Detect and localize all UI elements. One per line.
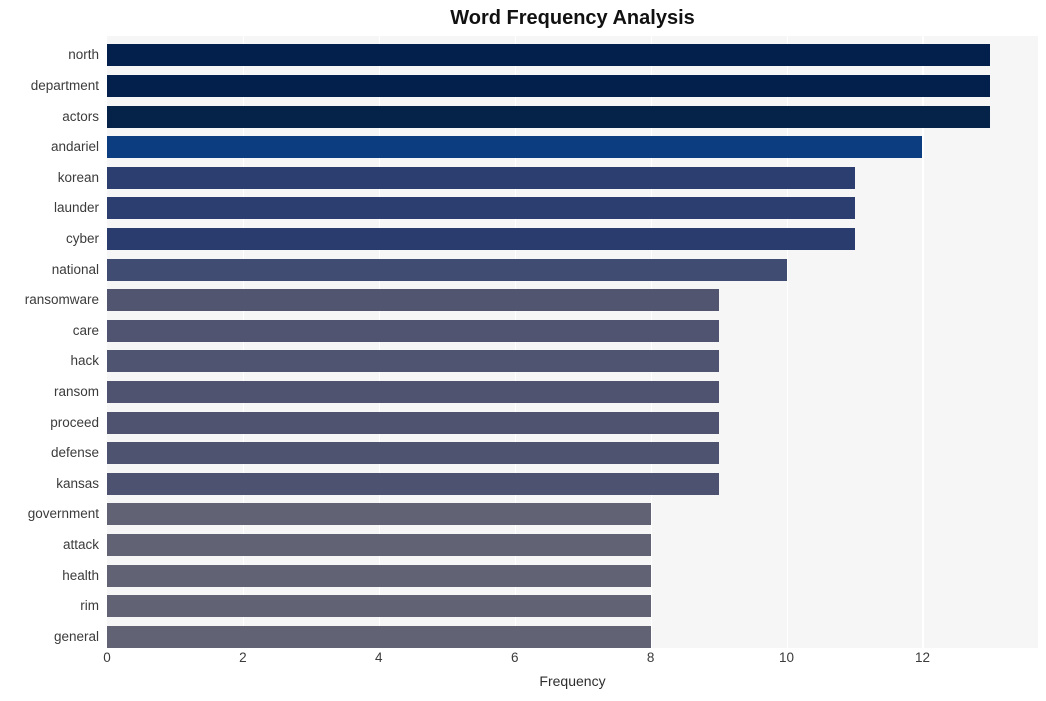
y-axis-tick-label: rim xyxy=(80,598,99,613)
y-axis-tick-label: national xyxy=(51,262,99,277)
bar[interactable] xyxy=(107,197,855,219)
bar[interactable] xyxy=(107,534,651,556)
bar[interactable] xyxy=(107,44,991,66)
y-axis-tick-label: department xyxy=(30,78,99,93)
y-axis-tick-label: government xyxy=(27,506,99,521)
y-axis-tick-label: kansas xyxy=(56,476,99,491)
x-axis-tick-label: 10 xyxy=(779,650,795,665)
bar[interactable] xyxy=(107,381,719,403)
bar[interactable] xyxy=(107,595,651,617)
y-axis-tick-label: health xyxy=(62,568,99,583)
bar[interactable] xyxy=(107,350,719,372)
bar[interactable] xyxy=(107,289,719,311)
bar[interactable] xyxy=(107,228,855,250)
bar[interactable] xyxy=(107,626,651,648)
bar[interactable] xyxy=(107,503,651,525)
bar[interactable] xyxy=(107,75,991,97)
bar[interactable] xyxy=(107,136,923,158)
y-axis-tick-label: defense xyxy=(50,445,99,460)
y-axis-tick-label: launder xyxy=(53,200,99,215)
bar[interactable] xyxy=(107,442,719,464)
bar[interactable] xyxy=(107,167,855,189)
x-axis-tick-label: 8 xyxy=(646,650,655,665)
x-axis-title: Frequency xyxy=(539,673,606,689)
bar[interactable] xyxy=(107,412,719,434)
x-axis-tick-label: 4 xyxy=(375,650,383,665)
y-axis-tick-label: general xyxy=(53,629,99,644)
bar[interactable] xyxy=(107,259,787,281)
bar[interactable] xyxy=(107,106,991,128)
plot-area xyxy=(107,36,1038,648)
y-axis-tick-label: actors xyxy=(62,109,99,124)
y-axis-tick-label: ransomware xyxy=(24,292,99,307)
x-axis-tick-label: 6 xyxy=(510,650,519,665)
x-axis-tick-label: 12 xyxy=(914,650,930,665)
y-axis-tick-label: hack xyxy=(70,353,99,368)
y-axis-tick-label: andariel xyxy=(50,139,99,154)
bar[interactable] xyxy=(107,320,719,342)
chart-figure: Word Frequency Analysis north department a… xyxy=(0,0,1046,701)
y-axis-tick-labels: north department actors andariel korean laund… xyxy=(0,36,99,648)
x-axis-tick-label: 0 xyxy=(103,650,111,665)
y-axis-tick-label: cyber xyxy=(65,231,99,246)
x-axis-tick-labels: 0 2 4 6 8 10 12 xyxy=(0,648,1046,674)
bar[interactable] xyxy=(107,473,719,495)
y-axis-tick-label: korean xyxy=(57,170,99,185)
y-axis-tick-label: ransom xyxy=(53,384,99,399)
y-axis-tick-label: attack xyxy=(62,537,99,552)
y-axis-tick-label: care xyxy=(72,323,99,338)
bar[interactable] xyxy=(107,565,651,587)
x-axis-tick-label: 2 xyxy=(239,650,247,665)
y-axis-tick-label: proceed xyxy=(50,415,99,430)
y-axis-tick-label: north xyxy=(68,47,99,62)
chart-title: Word Frequency Analysis xyxy=(450,7,695,29)
